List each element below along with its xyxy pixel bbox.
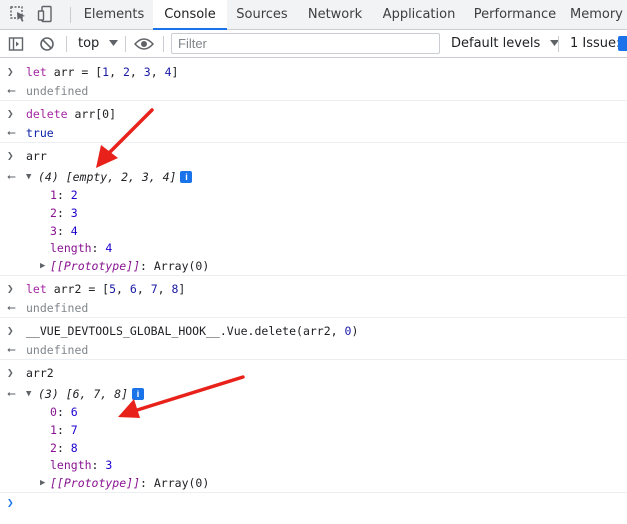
console-result-row: ⭠ undefined bbox=[0, 341, 627, 360]
console-input-row: ❯ __VUE_DEVTOOLS_GLOBAL_HOOK__.Vue.delet… bbox=[0, 322, 627, 340]
array-prop-row: 3: 4 bbox=[50, 224, 78, 238]
array-prop-row: length: 4 bbox=[50, 241, 113, 255]
console-prompt-row[interactable]: ❯ bbox=[0, 494, 627, 512]
tab-console[interactable]: Console bbox=[153, 0, 227, 30]
tab-memory[interactable]: Memory bbox=[570, 0, 627, 29]
tab-elements[interactable]: Elements bbox=[78, 0, 150, 29]
issues-button[interactable]: 1 Issue: bbox=[570, 30, 620, 58]
toolbar-separator bbox=[558, 36, 559, 52]
console-input-row: ❯ delete arr[0] bbox=[0, 105, 627, 123]
log-levels-label: Default levels bbox=[451, 36, 541, 51]
console-result-text: undefined bbox=[26, 343, 89, 357]
input-chevron-icon: ❯ bbox=[7, 366, 14, 379]
tab-network[interactable]: Network bbox=[300, 0, 370, 29]
issues-badge[interactable] bbox=[618, 36, 627, 51]
result-arrow-icon: ⭠ bbox=[7, 387, 16, 400]
tab-performance[interactable]: Performance bbox=[468, 0, 562, 29]
input-chevron-icon: ❯ bbox=[7, 324, 14, 337]
console-input-text[interactable]: arr2 bbox=[26, 364, 54, 382]
toolbar-separator bbox=[163, 36, 164, 52]
console-result-row: ⭠ undefined bbox=[0, 82, 627, 101]
console-input-text[interactable]: let arr = [1, 2, 3, 4] bbox=[26, 63, 178, 81]
array-prop-row: 2: 3 bbox=[50, 206, 78, 220]
context-selector[interactable]: top bbox=[78, 30, 119, 58]
input-chevron-icon: ❯ bbox=[7, 496, 14, 509]
result-arrow-icon: ⭠ bbox=[7, 126, 16, 139]
array-prop-row: 2: 8 bbox=[50, 441, 78, 455]
console-input-row: ❯ arr2 bbox=[0, 364, 627, 382]
tabbar-separator bbox=[70, 7, 71, 23]
console-output: ❯ let arr = [1, 2, 3, 4] ⭠ undefined ❯ d… bbox=[0, 58, 627, 524]
info-icon[interactable]: i bbox=[180, 171, 193, 183]
input-chevron-icon: ❯ bbox=[7, 149, 14, 162]
collapse-triangle-icon[interactable]: ▶ bbox=[40, 474, 45, 492]
array-summary-row[interactable]: ⭠ ▼ (3) [6, 7, 8] i bbox=[0, 385, 627, 403]
sidebar-toggle-icon[interactable] bbox=[8, 36, 24, 52]
eye-icon[interactable] bbox=[134, 37, 154, 51]
toolbar-separator bbox=[66, 36, 67, 52]
tab-sources[interactable]: Sources bbox=[228, 0, 296, 29]
console-result-text: undefined bbox=[26, 84, 89, 98]
prototype-row[interactable]: ▶ [[Prototype]]: Array(0) bbox=[0, 474, 627, 493]
console-input-text[interactable]: delete arr[0] bbox=[26, 105, 116, 123]
array-prop-row: length: 3 bbox=[50, 458, 113, 472]
console-input-text[interactable]: let arr2 = [5, 6, 7, 8] bbox=[26, 280, 185, 298]
input-chevron-icon: ❯ bbox=[7, 282, 14, 295]
result-arrow-icon: ⭠ bbox=[7, 84, 16, 97]
device-toolbar-icon[interactable] bbox=[37, 5, 55, 23]
array-prop-row: 1: 7 bbox=[50, 423, 78, 437]
input-chevron-icon: ❯ bbox=[7, 65, 14, 78]
array-summary[interactable]: (3) [6, 7, 8] i bbox=[38, 385, 145, 403]
result-arrow-icon: ⭠ bbox=[7, 170, 16, 183]
toolbar-separator bbox=[125, 36, 126, 52]
console-input-text[interactable]: arr bbox=[26, 147, 47, 165]
log-levels-dropdown[interactable]: Default levels bbox=[451, 30, 560, 58]
console-result-row: ⭠ undefined bbox=[0, 299, 627, 318]
array-summary[interactable]: (4) [empty, 2, 3, 4] i bbox=[38, 168, 193, 186]
array-prop-row: 1: 2 bbox=[50, 188, 78, 202]
result-arrow-icon: ⭠ bbox=[7, 301, 16, 314]
console-result-row: ⭠ true bbox=[0, 124, 627, 143]
array-prop-row: 0: 6 bbox=[50, 405, 78, 419]
context-label: top bbox=[78, 36, 100, 51]
filter-input[interactable] bbox=[171, 33, 440, 54]
inspect-element-icon[interactable] bbox=[9, 5, 27, 23]
console-input-text[interactable]: __VUE_DEVTOOLS_GLOBAL_HOOK__.Vue.delete(… bbox=[26, 322, 358, 340]
clear-console-icon[interactable] bbox=[39, 36, 55, 52]
array-summary-row[interactable]: ⭠ ▼ (4) [empty, 2, 3, 4] i bbox=[0, 168, 627, 186]
devtools-tabbar: Elements Console Sources Network Applica… bbox=[0, 0, 627, 30]
expand-triangle-icon[interactable]: ▼ bbox=[26, 168, 31, 186]
console-result-text: undefined bbox=[26, 301, 89, 315]
collapse-triangle-icon[interactable]: ▶ bbox=[40, 257, 45, 275]
input-chevron-icon: ❯ bbox=[7, 107, 14, 120]
console-input-row: ❯ let arr = [1, 2, 3, 4] bbox=[0, 63, 627, 81]
console-result-text: true bbox=[26, 126, 54, 140]
console-input-row: ❯ arr bbox=[0, 147, 627, 165]
prototype-row[interactable]: ▶ [[Prototype]]: Array(0) bbox=[0, 257, 627, 276]
result-arrow-icon: ⭠ bbox=[7, 343, 16, 356]
tab-application[interactable]: Application bbox=[376, 0, 462, 29]
expand-triangle-icon[interactable]: ▼ bbox=[26, 385, 31, 403]
dropdown-icon bbox=[109, 40, 119, 46]
console-input-row: ❯ let arr2 = [5, 6, 7, 8] bbox=[0, 280, 627, 298]
console-toolbar: top Default levels 1 Issue: bbox=[0, 30, 627, 58]
info-icon[interactable]: i bbox=[132, 388, 145, 400]
